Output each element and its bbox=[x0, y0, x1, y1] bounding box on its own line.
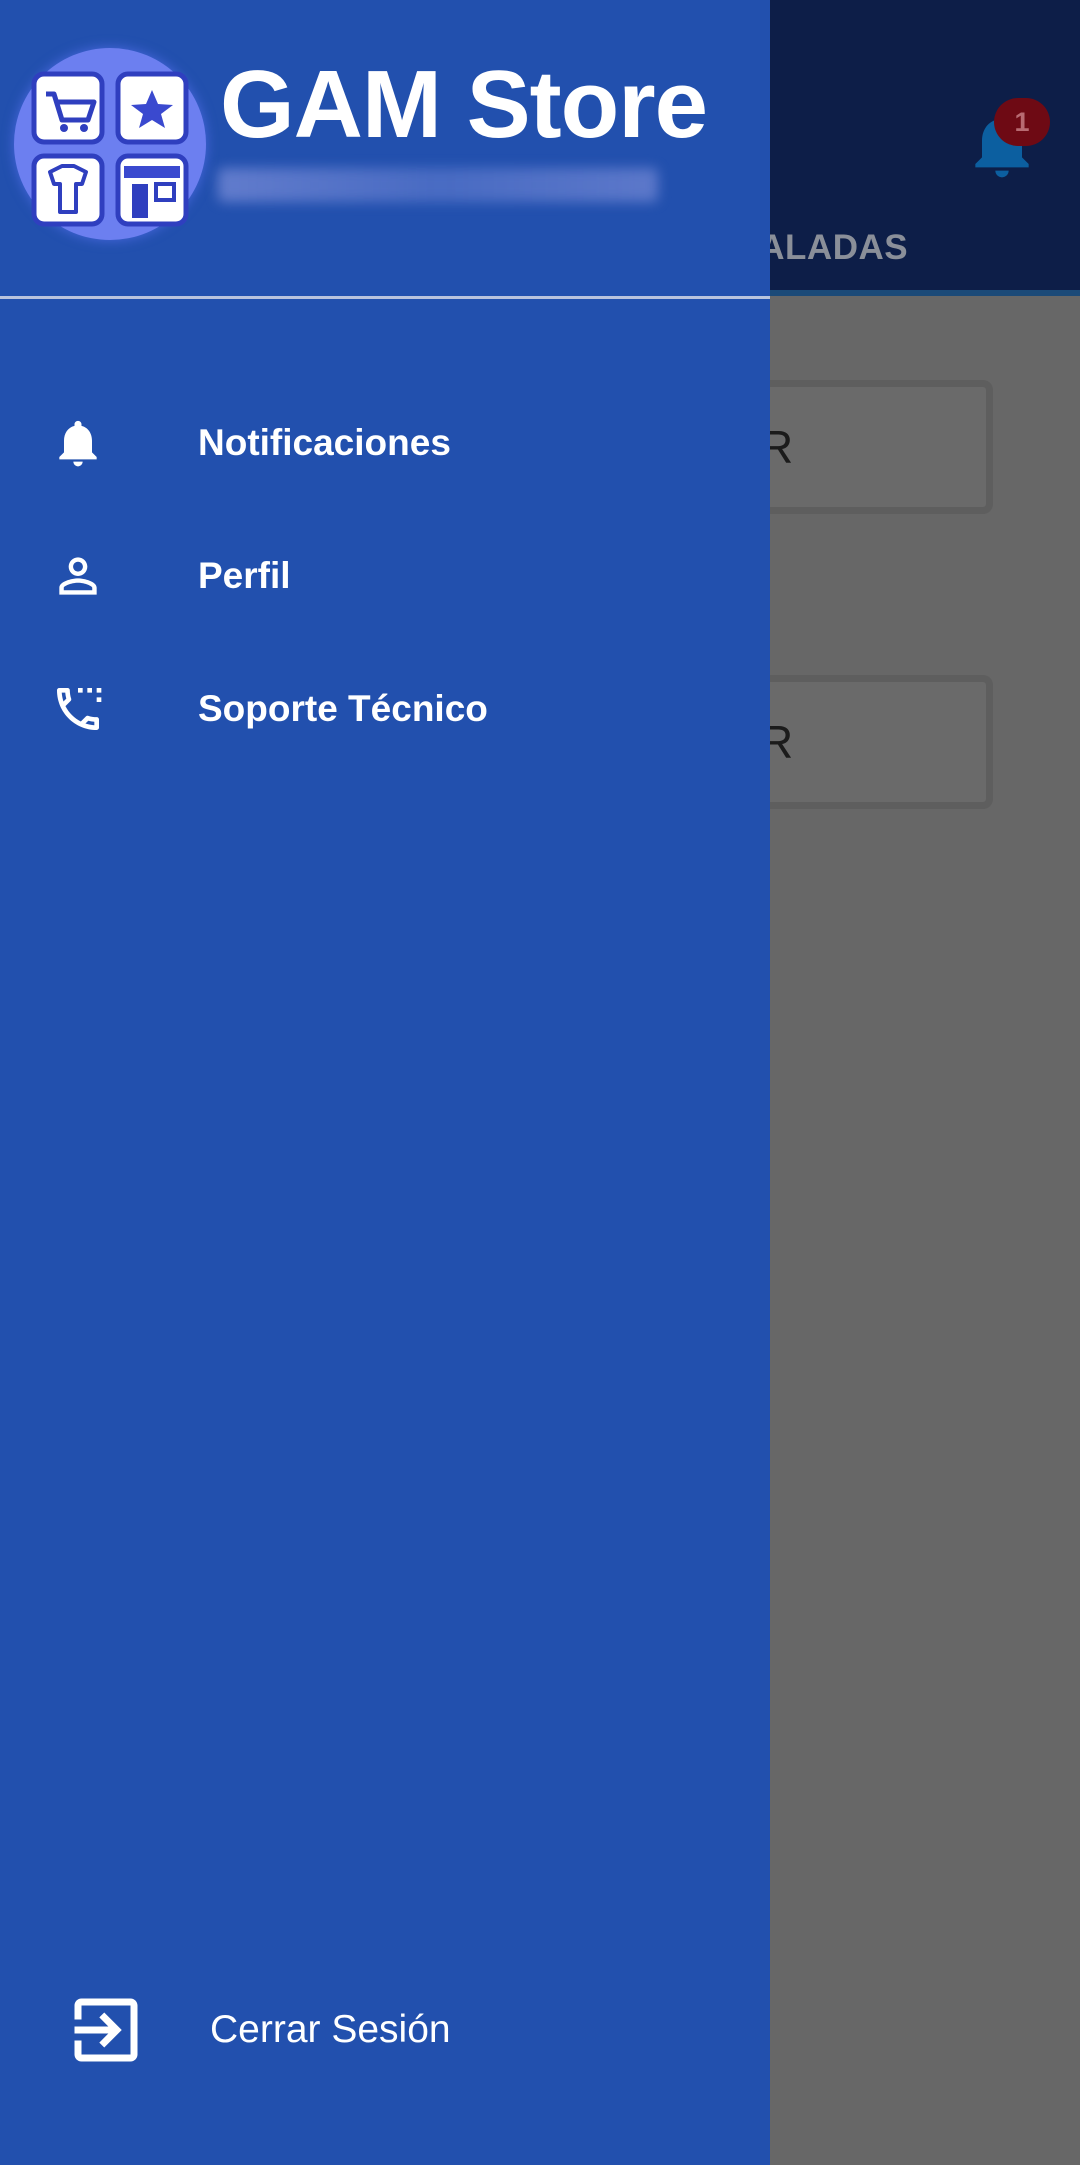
menu-item-label: Perfil bbox=[198, 555, 291, 596]
app-title: GAM Store bbox=[220, 51, 708, 158]
logout-label: Cerrar Sesión bbox=[210, 2008, 451, 2051]
menu-item-label: Soporte Técnico bbox=[198, 688, 488, 729]
bell-icon bbox=[48, 413, 108, 473]
app-logo bbox=[14, 48, 206, 240]
header-divider bbox=[0, 296, 770, 299]
person-icon bbox=[48, 546, 108, 606]
navigation-drawer: GAM Store Notificaciones Perfil Soporte … bbox=[0, 0, 770, 2165]
app-subtitle bbox=[218, 168, 658, 202]
phone-dialpad-icon bbox=[48, 679, 108, 739]
menu-item-profile[interactable]: Perfil bbox=[0, 511, 770, 641]
notification-badge: 1 bbox=[994, 98, 1050, 146]
store-logo-icon bbox=[31, 71, 189, 227]
logout-icon bbox=[64, 1988, 148, 2072]
menu-item-notifications[interactable]: Notificaciones bbox=[0, 378, 770, 508]
menu-item-label: Notificaciones bbox=[198, 422, 451, 463]
menu-item-support[interactable]: Soporte Técnico bbox=[0, 644, 770, 774]
drawer-header: GAM Store bbox=[0, 0, 770, 300]
logout-button[interactable]: Cerrar Sesión bbox=[0, 1960, 770, 2100]
